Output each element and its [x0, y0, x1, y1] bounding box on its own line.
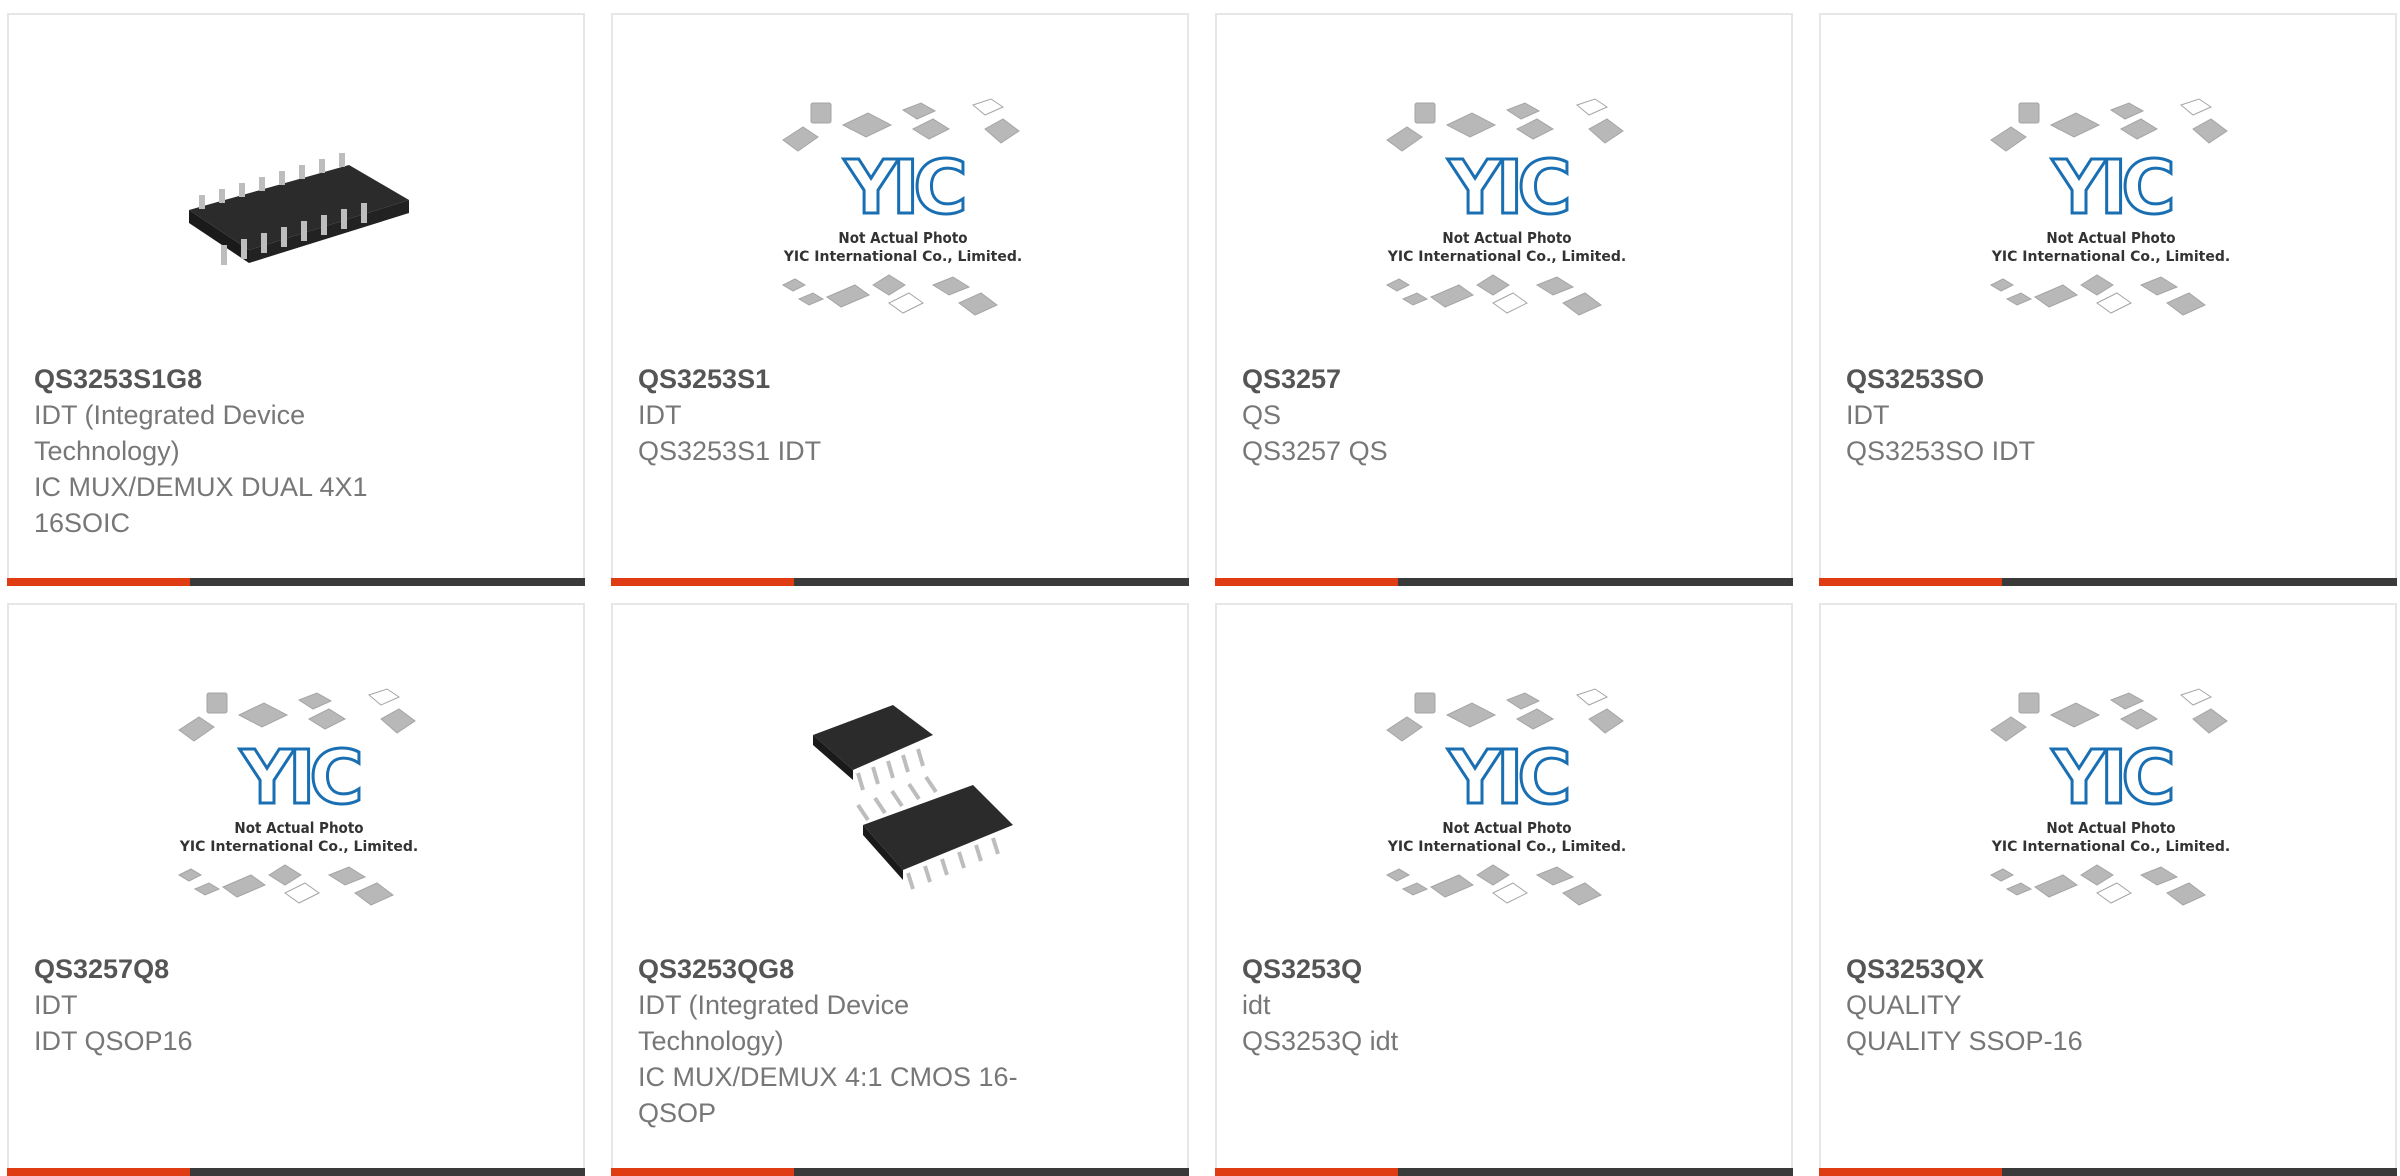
svg-text:YIC International Co., Limited: YIC International Co., Limited. — [1387, 839, 1626, 855]
part-number[interactable]: QS3257Q8 — [34, 951, 424, 987]
svg-text:Not Actual Photo: Not Actual Photo — [838, 229, 967, 247]
svg-text:Not Actual Photo: Not Actual Photo — [2046, 229, 2175, 247]
part-number[interactable]: QS3253QG8 — [638, 951, 1028, 987]
svg-text:YIC International Co., Limited: YIC International Co., Limited. — [1991, 839, 2230, 855]
part-number[interactable]: QS3257 — [1242, 361, 1632, 397]
svg-text:YIC: YIC — [239, 735, 359, 821]
description: QUALITY SSOP-16 — [1846, 1026, 2083, 1056]
yic-placeholder-icon: YIC Not Actual Photo YIC International Co.… — [1971, 85, 2251, 345]
svg-text:YIC: YIC — [2051, 735, 2171, 821]
manufacturer: idt — [1242, 990, 1271, 1020]
yic-placeholder-icon: YIC Not Actual Photo YIC International Co.… — [159, 675, 439, 935]
svg-text:YIC: YIC — [1447, 145, 1567, 231]
svg-text:Not Actual Photo: Not Actual Photo — [1442, 819, 1571, 837]
card-bar — [611, 1168, 1189, 1176]
product-card[interactable]: YIC Not Actual Photo YIC International Co.… — [1215, 13, 1793, 586]
svg-text:YIC: YIC — [843, 145, 963, 231]
description: QS3257 QS — [1242, 436, 1388, 466]
manufacturer: IDT — [34, 990, 78, 1020]
yic-placeholder-icon: YIC Not Actual Photo YIC International Co.… — [1367, 85, 1647, 345]
card-bar — [1819, 1168, 2397, 1176]
yic-placeholder-icon: YIC Not Actual Photo YIC International Co.… — [1971, 675, 2251, 935]
svg-text:Not Actual Photo: Not Actual Photo — [1442, 229, 1571, 247]
manufacturer: QS — [1242, 400, 1282, 430]
svg-text:YIC International Co., Limited: YIC International Co., Limited. — [783, 249, 1022, 265]
description: QS3253SO IDT — [1846, 436, 2036, 466]
svg-text:YIC: YIC — [2051, 145, 2171, 231]
product-card[interactable]: YIC Not Actual Photo YIC International Co.… — [1215, 603, 1793, 1176]
description: IDT QSOP16 — [34, 1026, 193, 1056]
card-bar — [1819, 578, 2397, 586]
svg-text:Not Actual Photo: Not Actual Photo — [234, 819, 363, 837]
soic-photo-icon — [159, 85, 439, 345]
manufacturer: IDT — [638, 400, 682, 430]
product-card[interactable]: QS3253S1G8 IDT (Integrated Device Techno… — [7, 13, 585, 586]
svg-text:Not Actual Photo: Not Actual Photo — [2046, 819, 2175, 837]
yic-placeholder-icon: YIC Not Actual Photo YIC International Co.… — [763, 85, 1043, 345]
description: IC MUX/DEMUX 4:1 CMOS 16-QSOP — [638, 1062, 1018, 1128]
part-number[interactable]: QS3253SO — [1846, 361, 2236, 397]
product-card[interactable]: YIC Not Actual Photo YIC International Co.… — [1819, 13, 2397, 586]
product-card[interactable]: YIC Not Actual Photo YIC International Co.… — [1819, 603, 2397, 1176]
product-card[interactable]: YIC Not Actual Photo YIC International Co.… — [611, 13, 1189, 586]
card-bar — [611, 578, 1189, 586]
description: IC MUX/DEMUX DUAL 4X1 16SOIC — [34, 472, 368, 538]
product-card[interactable]: QS3253QG8 IDT (Integrated Device Technol… — [611, 603, 1189, 1176]
svg-text:YIC: YIC — [1447, 735, 1567, 821]
manufacturer: QUALITY — [1846, 990, 1962, 1020]
product-card[interactable]: YIC Not Actual Photo YIC International Co.… — [7, 603, 585, 1176]
part-number[interactable]: QS3253QX — [1846, 951, 2236, 987]
card-bar — [7, 1168, 585, 1176]
card-bar — [1215, 1168, 1793, 1176]
svg-text:YIC International Co., Limited: YIC International Co., Limited. — [1387, 249, 1626, 265]
part-number[interactable]: QS3253S1G8 — [34, 361, 424, 397]
description: QS3253Q idt — [1242, 1026, 1399, 1056]
manufacturer: IDT (Integrated Device Technology) — [638, 990, 910, 1056]
card-bar — [1215, 578, 1793, 586]
qsop-photo-icon — [763, 675, 1043, 935]
part-number[interactable]: QS3253Q — [1242, 951, 1632, 987]
manufacturer: IDT — [1846, 400, 1890, 430]
manufacturer: IDT (Integrated Device Technology) — [34, 400, 306, 466]
card-bar — [7, 578, 585, 586]
yic-placeholder-icon: YIC Not Actual Photo YIC International Co.… — [1367, 675, 1647, 935]
description: QS3253S1 IDT — [638, 436, 822, 466]
svg-text:YIC International Co., Limited: YIC International Co., Limited. — [179, 839, 418, 855]
svg-text:YIC International Co., Limited: YIC International Co., Limited. — [1991, 249, 2230, 265]
part-number[interactable]: QS3253S1 — [638, 361, 1028, 397]
